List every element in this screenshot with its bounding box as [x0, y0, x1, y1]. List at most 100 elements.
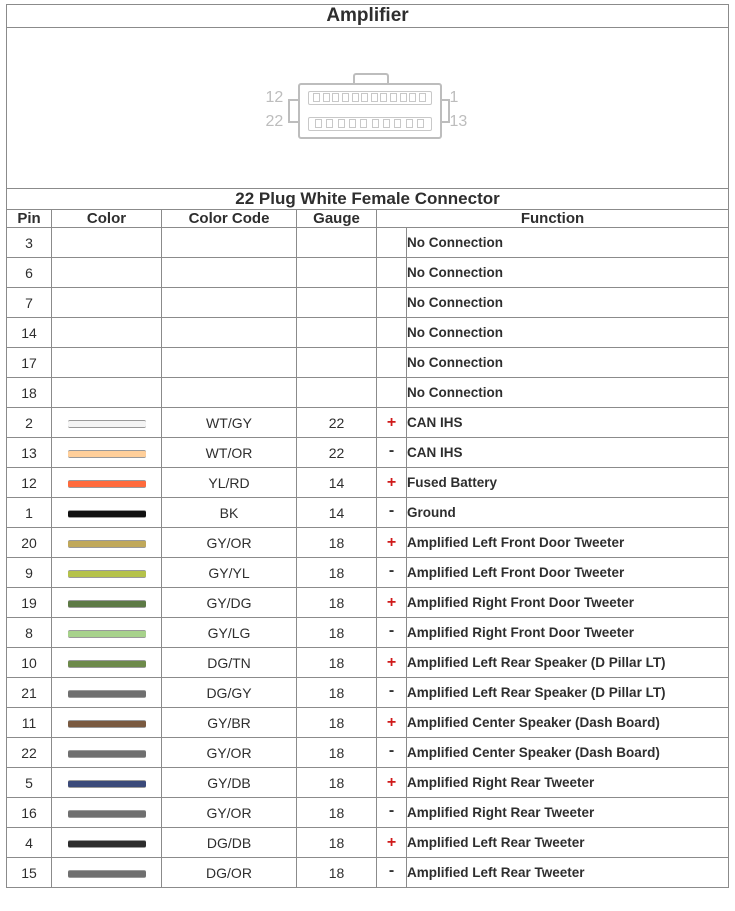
- table-row: 21DG/GY18-Amplified Left Rear Speaker (D…: [7, 678, 729, 708]
- pin-number: 19: [7, 588, 52, 618]
- polarity: -: [377, 558, 407, 588]
- polarity: [377, 288, 407, 318]
- color-code: DG/TN: [162, 648, 297, 678]
- color-code: DG/DB: [162, 828, 297, 858]
- wire-swatch: [68, 810, 146, 818]
- wire-swatch: [68, 660, 146, 668]
- polarity: -: [377, 858, 407, 888]
- wire-swatch-cell: [52, 498, 162, 528]
- table-row: 22GY/OR18-Amplified Center Speaker (Dash…: [7, 738, 729, 768]
- gauge-value: 18: [297, 528, 377, 558]
- table-row: 7No Connection: [7, 288, 729, 318]
- wire-swatch: [68, 450, 146, 458]
- pin-number: 17: [7, 348, 52, 378]
- pin-number: 16: [7, 798, 52, 828]
- table-row: 9GY/YL18-Amplified Left Front Door Tweet…: [7, 558, 729, 588]
- pin-number: 6: [7, 258, 52, 288]
- table-row: 19GY/DG18+Amplified Right Front Door Twe…: [7, 588, 729, 618]
- wire-swatch-cell: [52, 468, 162, 498]
- gauge-value: 14: [297, 468, 377, 498]
- pin-number: 10: [7, 648, 52, 678]
- color-code: WT/OR: [162, 438, 297, 468]
- gauge-value: [297, 258, 377, 288]
- wire-swatch-cell: [52, 438, 162, 468]
- pin-number: 14: [7, 318, 52, 348]
- connector-graphic-cell: 12 22 1 13: [7, 28, 729, 189]
- connector-subtitle: 22 Plug White Female Connector: [7, 189, 729, 210]
- gauge-value: 18: [297, 738, 377, 768]
- function-text: Amplified Center Speaker (Dash Board): [407, 738, 729, 768]
- wire-swatch-cell: [52, 738, 162, 768]
- wire-swatch-cell: [52, 648, 162, 678]
- polarity: +: [377, 408, 407, 438]
- gauge-value: [297, 288, 377, 318]
- gauge-value: [297, 228, 377, 258]
- function-text: Amplified Left Rear Speaker (D Pillar LT…: [407, 648, 729, 678]
- pin-number: 3: [7, 228, 52, 258]
- wire-swatch-cell: [52, 318, 162, 348]
- function-text: No Connection: [407, 318, 729, 348]
- wire-swatch-cell: [52, 678, 162, 708]
- function-text: Amplified Left Rear Tweeter: [407, 858, 729, 888]
- function-text: No Connection: [407, 258, 729, 288]
- wire-swatch: [68, 420, 146, 428]
- table-row: 15DG/OR18-Amplified Left Rear Tweeter: [7, 858, 729, 888]
- polarity: +: [377, 648, 407, 678]
- col-color: Color: [52, 210, 162, 228]
- function-text: No Connection: [407, 228, 729, 258]
- wire-swatch-cell: [52, 348, 162, 378]
- wire-swatch: [68, 540, 146, 548]
- color-code: GY/BR: [162, 708, 297, 738]
- gauge-value: 18: [297, 588, 377, 618]
- color-code: DG/OR: [162, 858, 297, 888]
- gauge-value: 22: [297, 438, 377, 468]
- table-row: 6 No Connection: [7, 258, 729, 288]
- pin-number: 11: [7, 708, 52, 738]
- table-row: 10 DG/TN18+Amplified Left Rear Speaker (D…: [7, 648, 729, 678]
- col-function: Function: [377, 210, 729, 228]
- function-text: Amplified Right Front Door Tweeter: [407, 618, 729, 648]
- function-text: CAN IHS: [407, 438, 729, 468]
- gauge-value: [297, 378, 377, 408]
- wire-swatch-cell: [52, 798, 162, 828]
- pin-number: 15: [7, 858, 52, 888]
- pin-number: 8: [7, 618, 52, 648]
- function-text: Amplified Left Front Door Tweeter: [407, 528, 729, 558]
- wire-swatch-cell: [52, 708, 162, 738]
- color-code: [162, 348, 297, 378]
- wire-swatch: [68, 480, 146, 488]
- gauge-value: 18: [297, 768, 377, 798]
- table-row: 18No Connection: [7, 378, 729, 408]
- gauge-value: 18: [297, 648, 377, 678]
- pin-number: 5: [7, 768, 52, 798]
- wire-swatch-cell: [52, 408, 162, 438]
- table-row: 11GY/BR18+Amplified Center Speaker (Dash…: [7, 708, 729, 738]
- wire-swatch: [68, 690, 146, 698]
- gauge-value: 18: [297, 678, 377, 708]
- color-code: GY/DG: [162, 588, 297, 618]
- pin-number: 13: [7, 438, 52, 468]
- color-code: BK: [162, 498, 297, 528]
- function-text: Amplified Right Rear Tweeter: [407, 768, 729, 798]
- wire-swatch-cell: [52, 258, 162, 288]
- wire-swatch-cell: [52, 378, 162, 408]
- col-color-code: Color Code: [162, 210, 297, 228]
- color-code: GY/LG: [162, 618, 297, 648]
- polarity: [377, 228, 407, 258]
- table-row: 13WT/OR22-CAN IHS: [7, 438, 729, 468]
- color-code: GY/OR: [162, 798, 297, 828]
- wire-swatch-cell: [52, 828, 162, 858]
- color-code: DG/GY: [162, 678, 297, 708]
- function-text: Amplified Left Rear Tweeter: [407, 828, 729, 858]
- polarity: [377, 318, 407, 348]
- gauge-value: 22: [297, 408, 377, 438]
- wire-swatch: [68, 840, 146, 848]
- wire-swatch: [68, 750, 146, 758]
- gauge-value: 18: [297, 708, 377, 738]
- wire-swatch: [68, 780, 146, 788]
- table-row: 16GY/OR18-Amplified Right Rear Tweeter: [7, 798, 729, 828]
- wire-swatch: [68, 720, 146, 728]
- polarity: [377, 348, 407, 378]
- function-text: Amplified Right Front Door Tweeter: [407, 588, 729, 618]
- table-row: 3 No Connection: [7, 228, 729, 258]
